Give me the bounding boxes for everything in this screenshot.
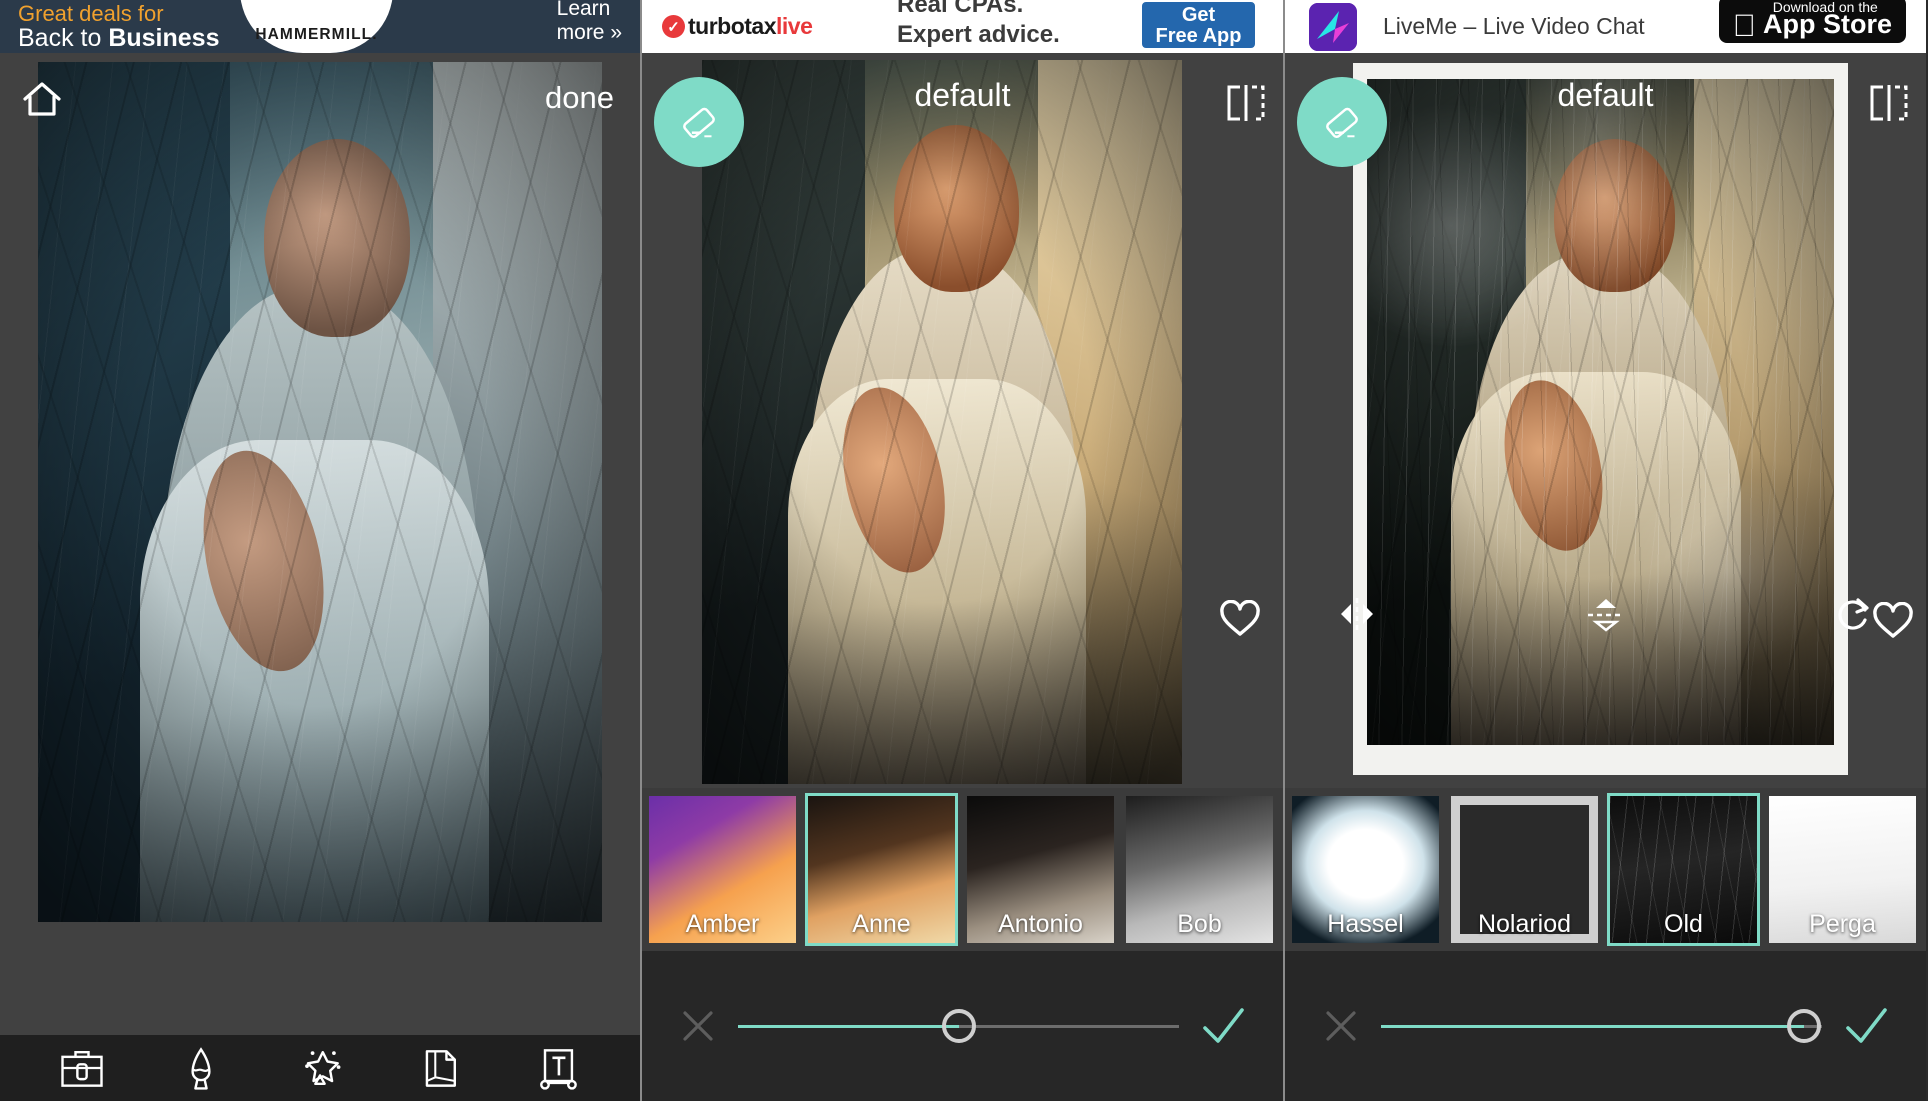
close-x-icon[interactable] <box>1321 1006 1361 1046</box>
edited-photo[interactable] <box>702 60 1182 784</box>
button-line2: Free App <box>1155 25 1242 47</box>
checkmark-icon: ✓ <box>662 15 685 38</box>
brand-suffix: live <box>776 13 813 39</box>
store-badge-small: Download on the <box>1773 0 1886 15</box>
panel-filters-anne: ✓ turbotaxlive Real CPAs. Expert advice.… <box>640 0 1283 1101</box>
frame-label: Old <box>1664 910 1703 938</box>
rotate-cw-icon[interactable] <box>1832 596 1876 632</box>
magic-star-icon[interactable] <box>292 1040 348 1096</box>
heart-icon[interactable] <box>1872 601 1914 640</box>
ad-copy-line2: Expert advice. <box>897 21 1060 48</box>
ad-headline-line2: Back to Business <box>18 25 220 51</box>
photo-canvas <box>702 60 1182 784</box>
photo-canvas <box>38 62 602 922</box>
ad-cta-line2: more » <box>556 20 622 44</box>
filter-label: Bob <box>1177 910 1222 938</box>
hammermill-logo: HAMMERMILL. <box>240 0 393 53</box>
photo-layer-fence-grain <box>38 62 602 922</box>
ad-headline-line1: Great deals for <box>18 0 164 26</box>
ad-cta-line1: Learn <box>556 0 611 20</box>
hammermill-wordmark: HAMMERMILL. <box>255 26 378 43</box>
ad-app-name: LiveMe – Live Video Chat <box>1383 13 1645 39</box>
store-badge-large: App Store <box>1747 9 1892 39</box>
editor-toolbar <box>0 1035 640 1101</box>
frame-thumbnail-strip[interactable]: Hassel Nolariod Old Perga <box>1285 788 1926 951</box>
frame-label: Perga <box>1809 910 1876 938</box>
heart-icon[interactable] <box>1219 599 1261 638</box>
ad-copy: Real CPAs. Expert advice. <box>897 0 1060 50</box>
filter-label: Amber <box>685 910 760 938</box>
get-free-app-button[interactable]: Get Free App <box>1142 2 1255 48</box>
panel-editor-home: Great deals for Back to Business HAMMERM… <box>0 0 640 1101</box>
edited-photo-framed[interactable] <box>1353 63 1848 775</box>
frame-label: Nolariod <box>1477 910 1572 938</box>
intensity-slider-bar <box>642 951 1283 1101</box>
liveme-app-icon <box>1309 2 1357 51</box>
photo-layer-fence-grain <box>1367 79 1834 745</box>
apple-logo-icon:  <box>1733 9 1756 41</box>
filter-thumb-anne[interactable]: Anne <box>805 793 958 946</box>
photo-stage: done <box>0 53 640 1035</box>
frame-thumb-old[interactable]: Old <box>1607 793 1760 946</box>
photo-stage: default <box>1285 53 1926 788</box>
intensity-slider[interactable] <box>738 1009 1179 1043</box>
filter-thumb-amber[interactable]: Amber <box>646 793 799 946</box>
filter-label: Antonio <box>998 910 1083 938</box>
done-button[interactable]: done <box>545 80 614 116</box>
photo-layer-fence-grain <box>702 60 1182 784</box>
slider-fill <box>738 1024 959 1028</box>
frame-thumb-perga[interactable]: Perga <box>1766 793 1919 946</box>
app-store-badge[interactable]:  Download on the App Store <box>1718 0 1906 43</box>
ad-headline-prefix: Back to <box>18 23 109 52</box>
photo-canvas <box>1367 79 1834 745</box>
close-x-icon[interactable] <box>678 1006 718 1046</box>
ad-banner-liveme[interactable]: LiveMe – Live Video Chat  Download on t… <box>1285 0 1926 53</box>
frame-page-icon[interactable] <box>411 1040 467 1096</box>
intensity-slider-bar <box>1285 951 1926 1101</box>
filter-label: Anne <box>852 910 911 938</box>
turbotax-logo: ✓ turbotaxlive <box>642 13 813 40</box>
check-icon[interactable] <box>1842 1004 1890 1048</box>
compare-split-icon[interactable] <box>1223 83 1269 123</box>
brand-prefix: turbotax <box>688 13 777 39</box>
ad-copy-line1: Real CPAs. <box>897 0 1024 18</box>
filter-thumbnail-strip[interactable]: Amber Anne Antonio Bob <box>642 788 1283 951</box>
slider-knob[interactable] <box>1787 1009 1822 1043</box>
toolbox-icon[interactable] <box>54 1040 110 1096</box>
page-title: default <box>914 77 1011 113</box>
photo-stage: default <box>642 53 1283 788</box>
three-panel-screenshot: Great deals for Back to Business HAMMERM… <box>0 0 1928 1101</box>
ad-learn-more-link[interactable]: Learn more » <box>557 0 622 44</box>
ad-text-block: Great deals for Back to Business <box>0 2 220 51</box>
frame-transform-controls <box>1335 596 1876 632</box>
page-title: default <box>1557 77 1654 113</box>
check-icon[interactable] <box>1199 1004 1247 1048</box>
text-icon[interactable] <box>530 1040 586 1096</box>
ad-banner-turbotax[interactable]: ✓ turbotaxlive Real CPAs. Expert advice.… <box>642 0 1283 53</box>
turbotax-wordmark: turbotaxlive <box>688 13 813 40</box>
edited-photo[interactable] <box>38 62 602 922</box>
brush-icon[interactable] <box>173 1040 229 1096</box>
slider-knob[interactable] <box>941 1009 976 1043</box>
home-icon[interactable] <box>22 81 62 117</box>
frame-thumb-nolariod[interactable]: Nolariod <box>1448 793 1601 946</box>
ad-banner-hammermill[interactable]: Great deals for Back to Business HAMMERM… <box>0 0 640 53</box>
ad-headline-bold: Business <box>108 23 220 52</box>
panel-frames-old: LiveMe – Live Video Chat  Download on t… <box>1283 0 1926 1101</box>
compare-split-icon[interactable] <box>1866 83 1912 123</box>
intensity-slider[interactable] <box>1381 1009 1822 1043</box>
flip-horizontal-icon[interactable] <box>1335 596 1379 632</box>
frame-label: Hassel <box>1327 910 1404 938</box>
filter-thumb-bob[interactable]: Bob <box>1123 793 1276 946</box>
button-line1: Get <box>1181 4 1216 26</box>
filter-thumb-antonio[interactable]: Antonio <box>964 793 1117 946</box>
flip-vertical-icon[interactable] <box>1584 596 1628 632</box>
frame-thumb-hassel[interactable]: Hassel <box>1289 793 1442 946</box>
slider-fill <box>1381 1024 1805 1028</box>
